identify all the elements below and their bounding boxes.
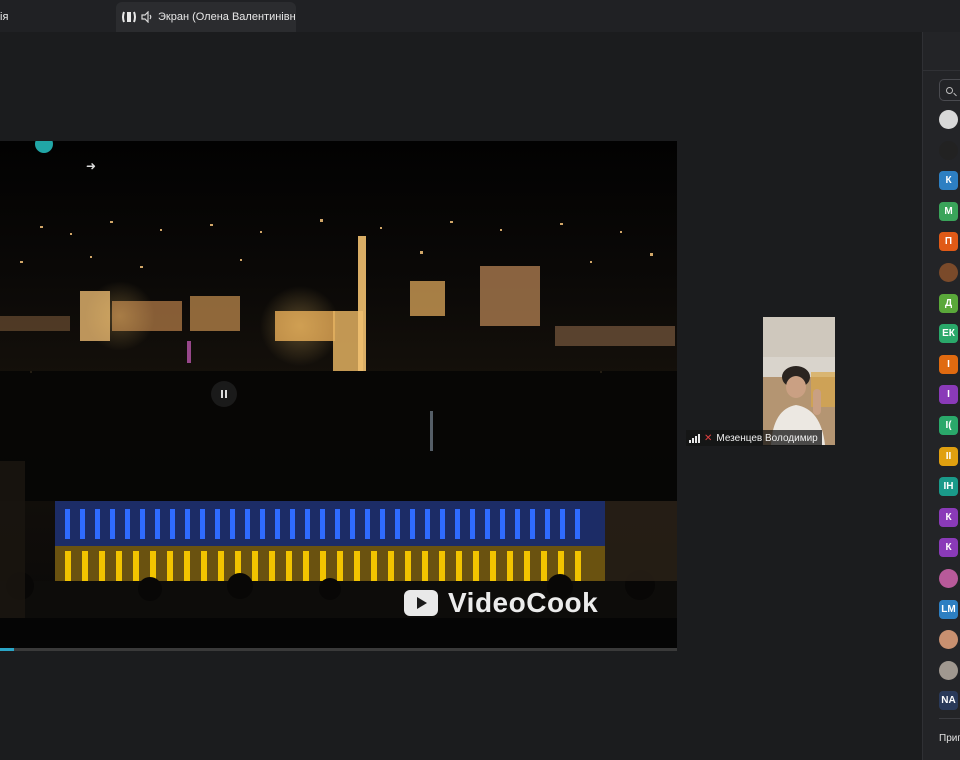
panel-header: [923, 32, 960, 71]
video-frame: [0, 141, 677, 618]
participants-panel: К М П Д ЕК І І І(ІІ ІН К К LM NA Приг: [922, 32, 960, 760]
video-progress-bar[interactable]: [0, 648, 677, 651]
meeting-stage: ➜ VideoCook ✕ Мезенцев Володимир: [0, 32, 922, 760]
play-logo-icon: [404, 590, 438, 616]
participant-avatar[interactable]: І(: [939, 416, 958, 435]
participant-avatar-photo[interactable]: [939, 263, 958, 282]
tab-screen-share[interactable]: Экран (Олена Валентинівна ···: [116, 2, 296, 32]
tab-bar: ія Экран (Олена Валентинівна ···: [0, 0, 960, 32]
participant-avatar[interactable]: ІІ: [939, 446, 958, 466]
participant-avatar-photo[interactable]: [939, 140, 958, 160]
cursor-icon: ➜: [86, 159, 97, 173]
participant-search-input[interactable]: [939, 79, 960, 101]
watermark-text: VideoCook: [448, 587, 599, 618]
participant-avatar-photo[interactable]: [939, 569, 958, 588]
participant-avatar-photo[interactable]: [939, 660, 958, 680]
search-icon: [946, 86, 953, 94]
participant-avatar[interactable]: К: [939, 507, 958, 527]
participant-avatar[interactable]: ЕК: [939, 324, 958, 344]
participant-avatar[interactable]: І: [939, 385, 958, 405]
watermark: VideoCook: [404, 587, 598, 619]
tab-previous[interactable]: ія: [0, 2, 112, 32]
participant-avatar-photo[interactable]: [939, 110, 958, 129]
participant-name-label: ✕ Мезенцев Володимир: [686, 430, 822, 446]
participant-photo: [763, 317, 835, 445]
pause-button[interactable]: [211, 381, 237, 407]
invite-button[interactable]: Приг: [939, 733, 960, 744]
share-screen-icon: [122, 9, 136, 25]
tab-previous-label: ія: [0, 11, 9, 23]
shared-video[interactable]: ➜ VideoCook: [0, 141, 677, 651]
signal-strength-icon: [689, 433, 701, 443]
participant-avatar[interactable]: К: [939, 171, 958, 191]
participant-avatar[interactable]: К: [939, 538, 958, 558]
tab-screen-share-label: Экран (Олена Валентинівна: [158, 11, 296, 23]
participant-name: Мезенцев Володимир: [716, 432, 818, 444]
participant-avatar[interactable]: М: [939, 201, 958, 221]
speaker-icon: [141, 9, 153, 25]
participant-avatar-photo[interactable]: [939, 630, 958, 650]
video-progress-fill: [0, 648, 14, 651]
participant-avatar[interactable]: LM: [939, 599, 958, 619]
divider: [939, 718, 960, 719]
participant-avatar[interactable]: І: [939, 354, 958, 374]
participant-avatar[interactable]: П: [939, 232, 958, 252]
participant-video[interactable]: [763, 317, 835, 445]
mic-muted-icon: ✕: [704, 432, 713, 444]
participant-avatar[interactable]: ІН: [939, 477, 958, 497]
participant-avatar[interactable]: Д: [939, 293, 958, 313]
participant-avatar[interactable]: NA: [939, 691, 958, 711]
